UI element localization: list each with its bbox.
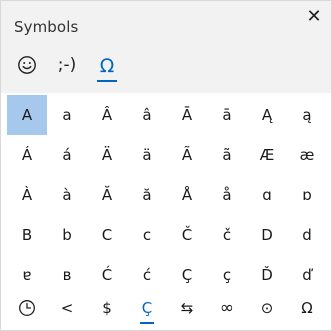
symbol-cell[interactable]: c <box>127 215 167 255</box>
tab-symbols[interactable]: Ω <box>87 53 127 87</box>
category-latin[interactable]: Ç <box>127 291 167 325</box>
symbols-panel: Symbols ✕ ;-) Ω AaÂâĀāĄą ÁáÄäÃãÆæ ÀàĂăÅåɑɒ… <box>0 0 332 331</box>
symbol-cell[interactable]: À <box>7 175 47 215</box>
symbol-cell[interactable]: ɐ <box>7 255 47 291</box>
arrows-icon[interactable]: ⇆ <box>167 291 207 325</box>
symbol-cell[interactable]: Ą <box>247 95 287 135</box>
symbol-cell[interactable]: ā <box>207 95 247 135</box>
category-bar: < $ Ç ⇆ ∞ ⊙ Ω <box>1 291 331 330</box>
symbol-cell[interactable]: à <box>47 175 87 215</box>
category-punctuation[interactable]: < <box>47 291 87 325</box>
panel-title: Symbols <box>14 18 79 36</box>
panel-header: Symbols ✕ ;-) Ω <box>1 1 331 93</box>
symbol-cell[interactable]: æ <box>287 135 327 175</box>
symbol-cell[interactable]: b <box>47 215 87 255</box>
symbol-cell[interactable]: Č <box>167 215 207 255</box>
infinity-icon[interactable]: ∞ <box>207 291 247 325</box>
symbol-cell[interactable]: Ã <box>167 135 207 175</box>
symbol-cell[interactable]: ç <box>207 255 247 291</box>
symbol-cell[interactable]: ʙ <box>47 255 87 291</box>
symbol-cell[interactable]: Æ <box>247 135 287 175</box>
symbol-cell[interactable]: Ç <box>167 255 207 291</box>
emoji-icon <box>18 56 36 74</box>
symbol-cell[interactable]: Ā <box>167 95 207 135</box>
category-tabs: ;-) Ω <box>7 53 127 87</box>
symbol-cell[interactable]: d <box>287 215 327 255</box>
symbol-cell[interactable]: â <box>127 95 167 135</box>
clock-icon <box>19 300 35 316</box>
symbol-cell[interactable]: ď <box>287 255 327 291</box>
symbol-cell[interactable]: a <box>47 95 87 135</box>
symbol-grid: AaÂâĀāĄą ÁáÄäÃãÆæ ÀàĂăÅåɑɒ BbCcČčDd ɐʙĆćÇçĎď <box>7 95 327 291</box>
omega-icon: Ω <box>99 55 115 77</box>
symbol-cell[interactable]: Ď <box>247 255 287 291</box>
tab-emoji[interactable] <box>7 53 47 87</box>
symbol-cell[interactable]: A <box>7 95 47 135</box>
symbol-cell[interactable]: á <box>47 135 87 175</box>
circled-dot-icon[interactable]: ⊙ <box>247 291 287 325</box>
kaomoji-label: ;-) <box>57 55 77 75</box>
symbol-cell[interactable]: Á <box>7 135 47 175</box>
omega-category-icon[interactable]: Ω <box>287 291 327 325</box>
symbol-cell[interactable]: ć <box>127 255 167 291</box>
symbol-cell[interactable]: ɒ <box>287 175 327 215</box>
category-row: < $ Ç ⇆ ∞ ⊙ Ω <box>7 291 327 325</box>
symbol-cell[interactable]: ą <box>287 95 327 135</box>
symbol-cell[interactable]: B <box>7 215 47 255</box>
symbol-cell[interactable]: ä <box>127 135 167 175</box>
symbol-grid-area: AaÂâĀāĄą ÁáÄäÃãÆæ ÀàĂăÅåɑɒ BbCcČčDd ɐʙĆćÇçĎď <box>1 93 331 291</box>
category-currency[interactable]: $ <box>87 291 127 325</box>
symbol-cell[interactable]: D <box>247 215 287 255</box>
close-icon[interactable]: ✕ <box>301 3 327 29</box>
symbol-cell[interactable]: ă <box>127 175 167 215</box>
symbol-cell[interactable]: ɑ <box>247 175 287 215</box>
symbol-cell[interactable]: Ä <box>87 135 127 175</box>
symbol-cell[interactable]: ã <box>207 135 247 175</box>
symbol-cell[interactable]: Ć <box>87 255 127 291</box>
symbol-cell[interactable]: Â <box>87 95 127 135</box>
symbol-cell[interactable]: å <box>207 175 247 215</box>
symbol-cell[interactable]: Å <box>167 175 207 215</box>
symbol-cell[interactable]: Ă <box>87 175 127 215</box>
symbol-cell[interactable]: C <box>87 215 127 255</box>
tab-kaomoji[interactable]: ;-) <box>47 53 87 87</box>
category-recent[interactable] <box>7 291 47 325</box>
symbol-cell[interactable]: č <box>207 215 247 255</box>
